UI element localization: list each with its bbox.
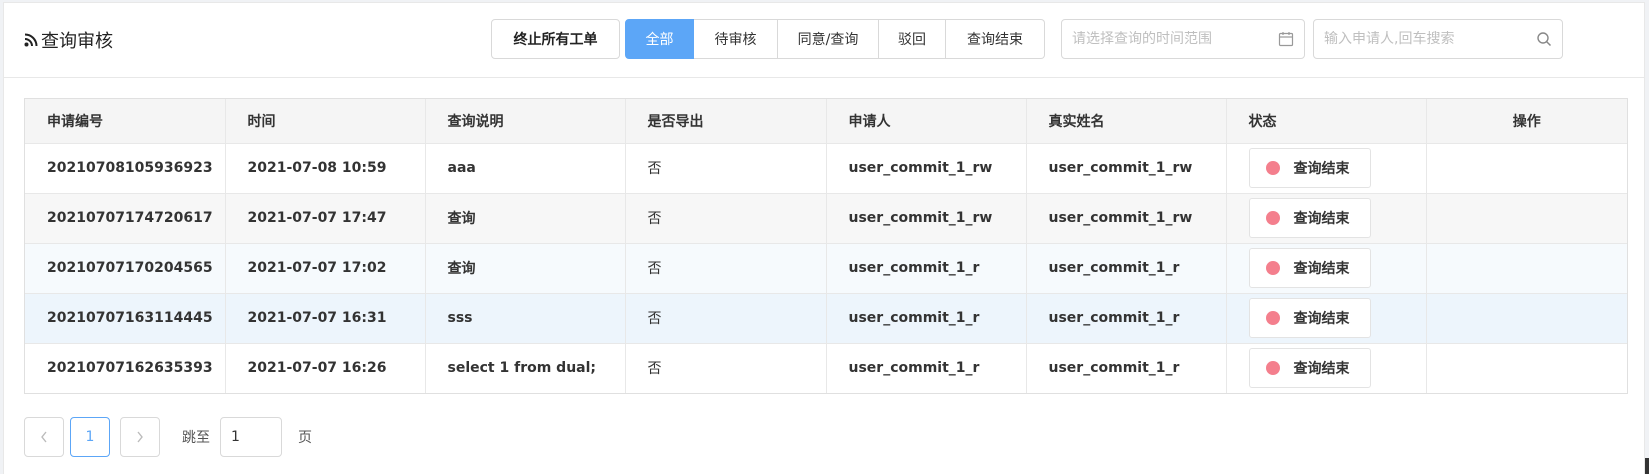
status-badge: 查询结束 [1248,348,1371,389]
filter-pending[interactable]: 待审核 [694,19,778,59]
cell-status: 查询结束 [1226,243,1427,294]
cell-actions [1426,243,1627,294]
cell-time: 2021-07-07 17:02 [225,243,426,294]
cell-id: 20210707162635393 [25,343,226,393]
cell-status: 查询结束 [1226,293,1427,344]
chevron-left-icon [41,431,47,443]
cell-export: 否 [625,293,827,344]
cell-applicant: user_commit_1_r [826,293,1027,344]
status-dot-icon [1265,261,1280,275]
cell-export: 否 [625,243,827,294]
status-text: 查询结束 [1293,211,1350,227]
table-header-row: 申请编号 时间 查询说明 是否导出 申请人 真实姓名 状态 操作 [25,99,1627,144]
window-edge-mark [1645,458,1649,474]
status-dot-icon [1265,361,1280,376]
column-header-status[interactable]: 状态 [1226,99,1427,144]
status-dot-icon [1265,161,1280,175]
cell-description: aaa [425,143,626,194]
status-text: 查询结束 [1293,261,1350,277]
cell-actions [1426,143,1627,194]
status-badge: 查询结束 [1248,298,1371,338]
status-text: 查询结束 [1293,311,1350,327]
jump-page-input[interactable]: 1 [220,417,282,457]
status-dot-icon [1265,211,1280,225]
status-text: 查询结束 [1293,361,1350,378]
table-row[interactable]: 20210707170204565 2021-07-07 17:02 查询 否 … [25,243,1627,294]
date-range-picker[interactable] [1061,19,1305,59]
cell-description: 查询 [425,243,626,294]
cell-real-name: user_commit_1_r [1026,343,1227,393]
filter-all[interactable]: 全部 [625,19,694,59]
table-row[interactable]: 20210708105936923 2021-07-08 10:59 aaa 否… [25,143,1627,194]
filter-query-finished[interactable]: 查询结束 [946,19,1045,59]
cell-export: 否 [625,343,827,393]
applicant-search[interactable] [1313,19,1563,59]
cell-description: select 1 from dual; [425,343,626,393]
cell-applicant: user_commit_1_rw [826,193,1027,244]
page-number-button[interactable]: 1 [70,417,110,457]
query-table: 申请编号 时间 查询说明 是否导出 申请人 真实姓名 状态 操作 2021070… [24,98,1628,394]
page-header: 查询审核 终止所有工单 全部 待审核 同意/查询 驳回 查询结束 [4,3,1644,78]
cell-status: 查询结束 [1226,343,1427,393]
cell-applicant: user_commit_1_rw [826,143,1027,194]
pagination: 1 跳至 1 页 [24,417,312,457]
filter-approved-query[interactable]: 同意/查询 [778,19,879,59]
date-range-input[interactable] [1072,31,1278,47]
table-row[interactable]: 20210707162635393 2021-07-07 16:26 selec… [25,343,1627,393]
next-page-button[interactable] [120,417,160,457]
page-title-text: 查询审核 [41,31,113,52]
applicant-search-input[interactable] [1324,31,1536,47]
status-dot-icon [1265,311,1280,325]
table-row[interactable]: 20210707174720617 2021-07-07 17:47 查询 否 … [25,193,1627,244]
cell-real-name: user_commit_1_r [1026,243,1227,294]
column-header-id[interactable]: 申请编号 [25,99,226,144]
query-review-card: 查询审核 终止所有工单 全部 待审核 同意/查询 驳回 查询结束 请选择查询的时… [3,2,1645,474]
column-header-applicant[interactable]: 申请人 [826,99,1027,144]
cell-id: 20210707170204565 [25,243,226,294]
column-header-actions[interactable]: 操作 [1426,99,1627,144]
cell-time: 2021-07-07 16:26 [225,343,426,393]
column-header-export[interactable]: 是否导出 [625,99,827,144]
cell-applicant: user_commit_1_r [826,343,1027,393]
page-unit-label: 页 [298,430,312,446]
column-header-real-name[interactable]: 真实姓名 [1026,99,1227,144]
status-badge: 查询结束 [1248,148,1371,188]
cell-export: 否 [625,193,827,244]
status-badge: 查询结束 [1248,198,1371,238]
cell-real-name: user_commit_1_rw [1026,143,1227,194]
page-title: 查询审核 [24,27,113,53]
cell-id: 20210707163114445 [25,293,226,344]
cell-id: 20210707174720617 [25,193,226,244]
cell-time: 2021-07-07 16:31 [225,293,426,344]
cell-time: 2021-07-07 17:47 [225,193,426,244]
chevron-right-icon [137,431,143,443]
column-header-time[interactable]: 时间 [225,99,426,144]
jump-to-label: 跳至 [182,430,210,446]
cell-status: 查询结束 [1226,193,1427,244]
cell-id: 20210708105936923 [25,143,226,194]
cell-description: sss [425,293,626,344]
rss-icon [24,33,38,47]
cell-applicant: user_commit_1_r [826,243,1027,294]
cell-actions [1426,343,1627,393]
prev-page-button[interactable] [24,417,64,457]
search-icon[interactable] [1536,31,1552,47]
status-badge: 查询结束 [1248,248,1371,288]
cell-status: 查询结束 [1226,143,1427,194]
cell-real-name: user_commit_1_rw [1026,193,1227,244]
cell-export: 否 [625,143,827,194]
status-text: 查询结束 [1293,161,1350,177]
calendar-icon [1278,32,1294,47]
status-filter-group: 全部 待审核 同意/查询 驳回 查询结束 [625,19,1045,59]
cell-time: 2021-07-08 10:59 [225,143,426,194]
stop-all-orders-button[interactable]: 终止所有工单 [491,19,620,59]
cell-description: 查询 [425,193,626,244]
filter-rejected[interactable]: 驳回 [879,19,946,59]
table-row[interactable]: 20210707163114445 2021-07-07 16:31 sss 否… [25,293,1627,344]
cell-actions [1426,193,1627,244]
column-header-description[interactable]: 查询说明 [425,99,626,144]
cell-actions [1426,293,1627,344]
cell-real-name: user_commit_1_r [1026,293,1227,344]
